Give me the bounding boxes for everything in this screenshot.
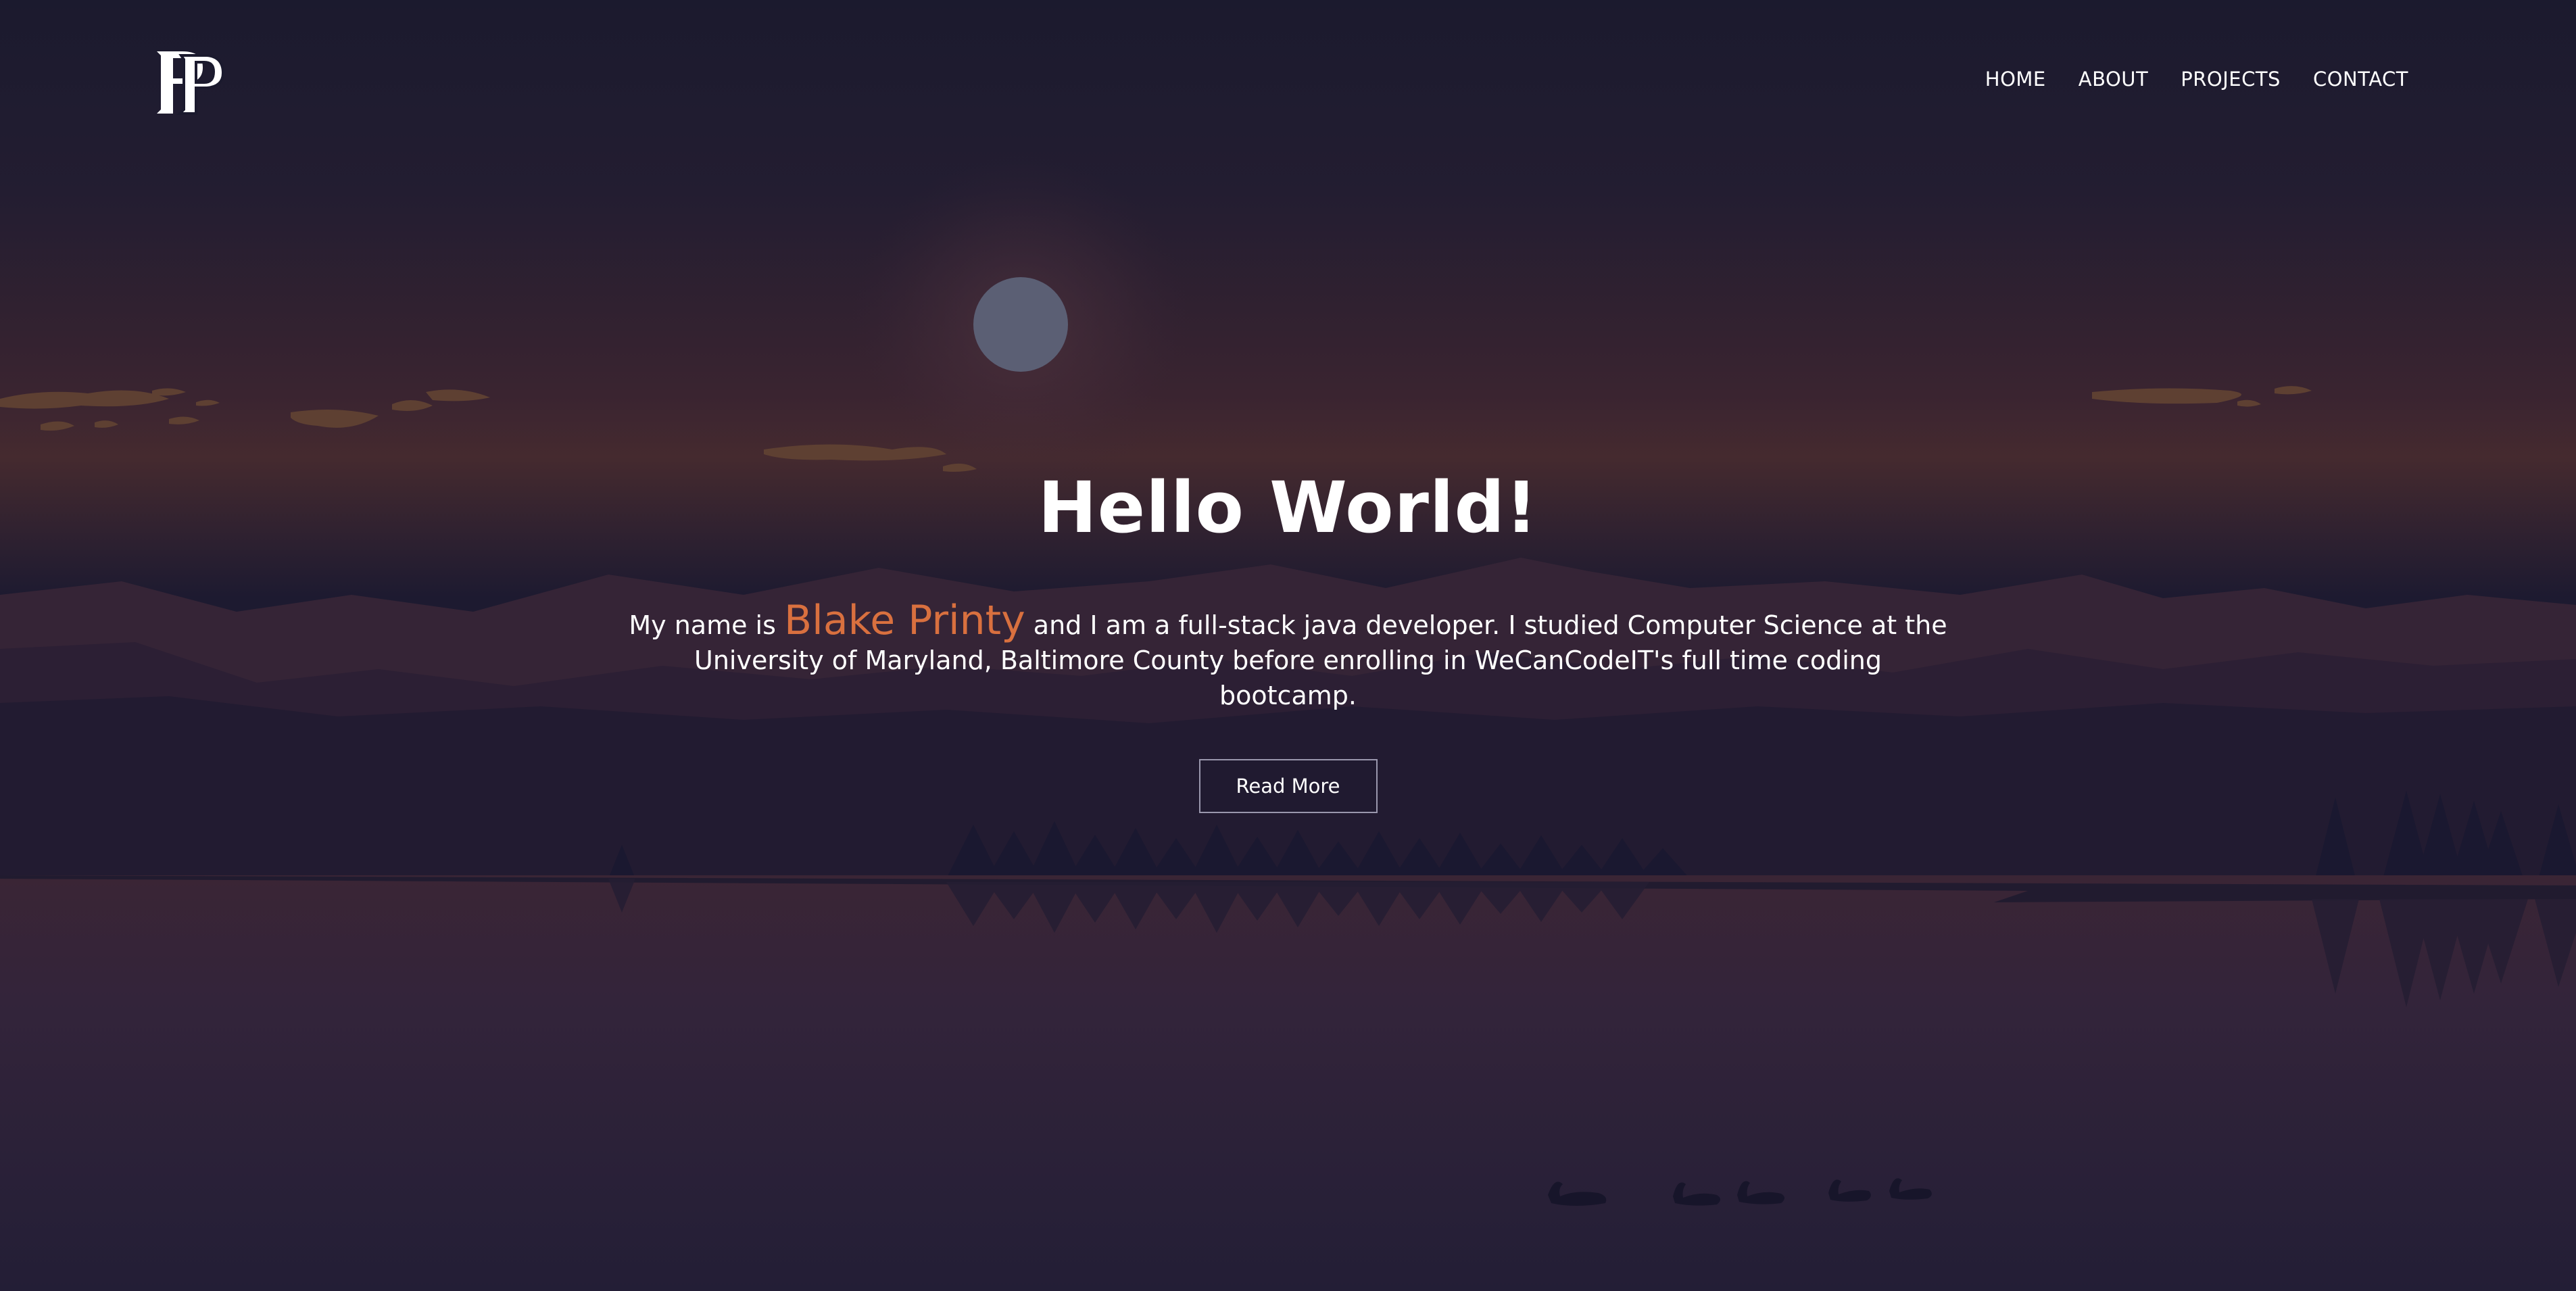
bp-monogram-icon <box>157 51 225 115</box>
navbar: HOME ABOUT PROJECTS CONTACT <box>0 0 2576 169</box>
nav-projects-link[interactable]: PROJECTS <box>2181 68 2281 91</box>
hero-intro: My name is Blake Printy and I am a full-… <box>626 600 1951 713</box>
main-nav: HOME ABOUT PROJECTS CONTACT <box>1985 68 2408 91</box>
read-more-button[interactable]: Read More <box>1198 759 1378 813</box>
nav-about-link[interactable]: ABOUT <box>2079 68 2149 91</box>
lake <box>0 875 2576 1291</box>
nav-contact-link[interactable]: CONTACT <box>2313 68 2408 91</box>
hero-section: HOME ABOUT PROJECTS CONTACT Hello World!… <box>0 0 2576 1291</box>
hero-title: Hello World! <box>1038 466 1538 549</box>
moon <box>973 277 1068 372</box>
logo[interactable] <box>154 49 225 116</box>
nav-home-link[interactable]: HOME <box>1985 68 2046 91</box>
intro-prefix: My name is <box>629 610 784 640</box>
hero-content: Hello World! My name is Blake Printy and… <box>0 466 2576 813</box>
hero-name: Blake Printy <box>784 597 1025 644</box>
